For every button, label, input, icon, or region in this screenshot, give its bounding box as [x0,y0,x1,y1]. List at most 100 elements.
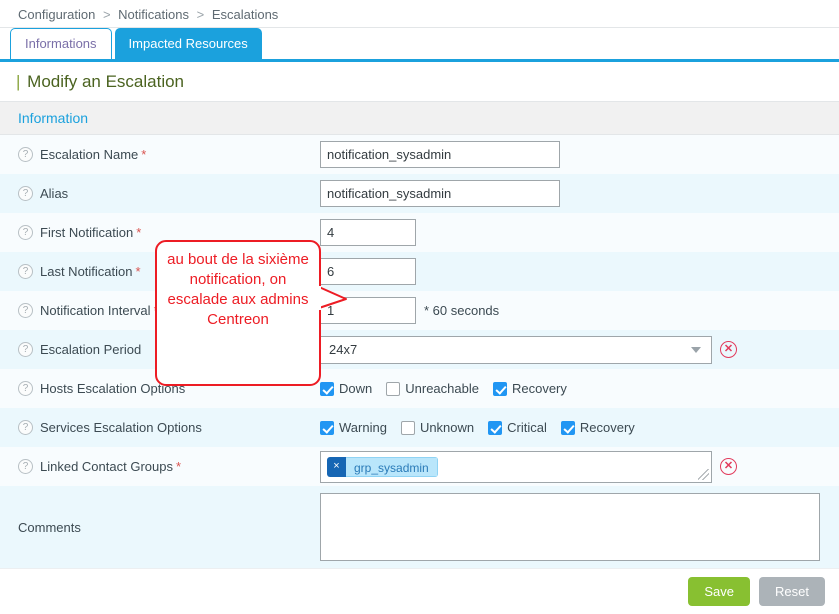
value-escalation-period: 24x7 ✕ [320,336,839,364]
required-marker: * [138,147,146,162]
value-first-notification [320,219,839,246]
help-icon[interactable]: ? [18,381,33,396]
label-linked-contact-groups: ? Linked Contact Groups * [0,459,320,474]
checkbox-label: Recovery [512,381,567,396]
checkbox-label: Unknown [420,420,474,435]
tab-impacted-resources[interactable]: Impacted Resources [115,28,262,59]
label-text: Comments [18,520,81,535]
label-text: Linked Contact Groups [40,459,173,474]
breadcrumb: Configuration > Notifications > Escalati… [0,0,839,28]
breadcrumb-separator-icon: > [193,7,209,22]
value-linked-contact-groups: × grp_sysadmin ✕ [320,451,839,483]
reset-button[interactable]: Reset [759,577,825,606]
checkbox-service-unknown[interactable]: Unknown [401,420,474,435]
notification-interval-suffix: * 60 seconds [424,303,499,318]
help-icon[interactable]: ? [18,186,33,201]
checkbox-label: Warning [339,420,387,435]
help-icon[interactable]: ? [18,147,33,162]
token-grp-sysadmin[interactable]: × grp_sysadmin [327,457,438,477]
checkbox-icon[interactable] [320,382,334,396]
value-hosts-escalation-options: Down Unreachable Recovery [320,381,839,396]
row-last-notification: ? Last Notification * [0,252,839,291]
value-alias [320,180,839,207]
checkbox-icon[interactable] [561,421,575,435]
label-escalation-name: ? Escalation Name * [0,147,320,162]
checkbox-icon[interactable] [401,421,415,435]
label-text: Alias [40,186,68,201]
breadcrumb-item-configuration[interactable]: Configuration [18,7,95,22]
row-hosts-escalation-options: ? Hosts Escalation Options Down Unreacha… [0,369,839,408]
checkbox-service-critical[interactable]: Critical [488,420,547,435]
checkbox-service-warning[interactable]: Warning [320,420,387,435]
checkbox-label: Unreachable [405,381,479,396]
annotation-callout-tail-icon [318,286,348,310]
label-text: Services Escalation Options [40,420,202,435]
checkbox-icon[interactable] [386,382,400,396]
escalation-period-selected-value: 24x7 [329,342,357,357]
linked-contact-groups-input[interactable]: × grp_sysadmin [320,451,712,483]
label-first-notification: ? First Notification * [0,225,320,240]
page-title-bar: | [16,72,22,91]
first-notification-input[interactable] [320,219,416,246]
checkbox-icon[interactable] [488,421,502,435]
row-first-notification: ? First Notification * [0,213,839,252]
section-header-information: Information [0,102,839,135]
page-title: | Modify an Escalation [0,62,839,102]
row-linked-contact-groups: ? Linked Contact Groups * × grp_sysadmin… [0,447,839,486]
label-alias: ? Alias [0,186,320,201]
required-marker: * [173,459,181,474]
token-remove-icon[interactable]: × [327,457,346,477]
checkbox-label: Down [339,381,372,396]
required-marker: * [133,264,141,279]
label-comments: Comments [0,520,320,535]
help-icon[interactable]: ? [18,420,33,435]
help-icon[interactable]: ? [18,342,33,357]
annotation-callout: au bout de la sixième notification, on e… [155,240,321,386]
checkbox-label: Critical [507,420,547,435]
breadcrumb-separator-icon: > [99,7,115,22]
delete-circle-icon[interactable]: ✕ [720,458,737,475]
required-marker: * [133,225,141,240]
help-icon[interactable]: ? [18,459,33,474]
checkbox-label: Recovery [580,420,635,435]
checkbox-icon[interactable] [493,382,507,396]
resize-handle-icon[interactable] [698,469,709,480]
checkbox-host-recovery[interactable]: Recovery [493,381,567,396]
last-notification-input[interactable] [320,258,416,285]
row-alias: ? Alias [0,174,839,213]
label-services-escalation-options: ? Services Escalation Options [0,420,320,435]
breadcrumb-item-escalations[interactable]: Escalations [212,7,278,22]
form-actions: Save Reset [0,568,839,614]
save-button[interactable]: Save [688,577,750,606]
label-text: Last Notification [40,264,133,279]
checkbox-host-unreachable[interactable]: Unreachable [386,381,479,396]
escalation-period-select[interactable]: 24x7 [320,336,712,364]
breadcrumb-item-notifications[interactable]: Notifications [118,7,189,22]
label-text: Notification Interval [40,303,151,318]
value-escalation-name [320,141,839,168]
label-text: First Notification [40,225,133,240]
alias-input[interactable] [320,180,560,207]
value-notification-interval: * 60 seconds [320,297,839,324]
checkbox-host-down[interactable]: Down [320,381,372,396]
label-text: Escalation Period [40,342,141,357]
row-comments: Comments [0,486,839,568]
help-icon[interactable]: ? [18,264,33,279]
value-last-notification [320,258,839,285]
row-escalation-period: ? Escalation Period 24x7 ✕ [0,330,839,369]
token-label: grp_sysadmin [346,457,438,477]
help-icon[interactable]: ? [18,225,33,240]
checkbox-service-recovery[interactable]: Recovery [561,420,635,435]
delete-circle-icon[interactable]: ✕ [720,341,737,358]
comments-textarea[interactable] [320,493,820,561]
row-escalation-name: ? Escalation Name * [0,135,839,174]
label-text: Escalation Name [40,147,138,162]
escalation-name-input[interactable] [320,141,560,168]
help-icon[interactable]: ? [18,303,33,318]
tab-informations[interactable]: Informations [10,28,112,59]
value-services-escalation-options: Warning Unknown Critical Recovery [320,420,839,435]
chevron-down-icon [691,347,701,353]
checkbox-icon[interactable] [320,421,334,435]
row-notification-interval: ? Notification Interval * * 60 seconds [0,291,839,330]
escalation-form: ? Escalation Name * ? Alias ? First Noti… [0,135,839,568]
